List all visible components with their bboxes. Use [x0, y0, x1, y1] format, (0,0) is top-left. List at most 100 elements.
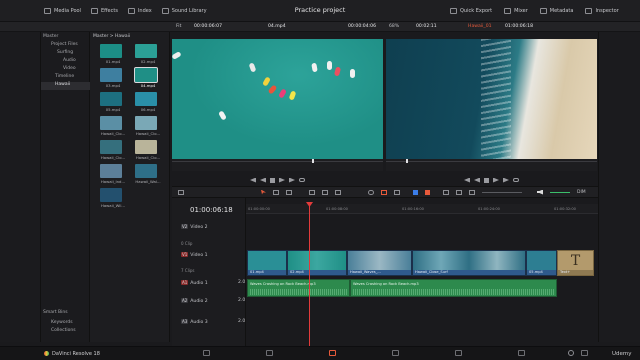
text-clip[interactable]: T Text+ [557, 250, 594, 276]
record-timecode: 00:02:11 [416, 24, 437, 29]
loop-icon[interactable] [299, 178, 305, 182]
mixer-button[interactable]: Mixer [500, 0, 532, 22]
bin-timeline[interactable]: Timeline [41, 74, 90, 82]
smart-bin-collections[interactable]: Collections [41, 328, 90, 336]
source-viewer[interactable] [172, 39, 383, 159]
pool-clip[interactable]: 03.mp4 [100, 68, 126, 88]
timeline-scrub-handle[interactable] [406, 159, 408, 163]
pool-clip[interactable]: 06.mp4 [135, 92, 161, 112]
source-fit-dropdown[interactable]: Fit [176, 24, 181, 29]
timeline-toolbar: DIM [172, 186, 598, 198]
edit-page-icon[interactable] [329, 350, 336, 356]
overwrite-icon[interactable] [322, 189, 328, 195]
insert-icon[interactable] [309, 189, 315, 195]
effects-button[interactable]: Effects [87, 0, 122, 22]
zoom-dropdown[interactable]: 68% [389, 24, 399, 29]
rewind-icon[interactable] [250, 178, 256, 183]
speaker-icon[interactable] [537, 189, 543, 195]
app-name: DaVinci Resolve 18 [52, 351, 100, 357]
bin-hawaii[interactable]: Hawaii [41, 82, 90, 90]
deliver-page-icon[interactable] [581, 350, 588, 356]
snapping-icon[interactable] [368, 189, 374, 195]
media-pool-icon [44, 8, 51, 14]
marker-icon[interactable] [425, 189, 430, 195]
loop-icon[interactable] [513, 178, 519, 182]
track-a2[interactable]: A2 Audio 2 2.0 [172, 298, 246, 304]
source-scrub-handle[interactable] [312, 159, 314, 163]
pool-clip[interactable]: Hawaii_Clo... [100, 116, 126, 136]
step-forward-icon[interactable] [289, 177, 295, 183]
timeline-viewer[interactable] [386, 39, 597, 159]
stop-icon[interactable] [484, 177, 489, 183]
track-v2[interactable]: V2 Video 2 [172, 224, 246, 230]
linked-selection-icon[interactable] [381, 189, 387, 195]
video-clip[interactable]: Hawaii_Waves_... [347, 250, 412, 276]
media-pool-button[interactable]: Media Pool [40, 0, 85, 22]
pool-clip[interactable]: 02.mp4 [135, 44, 161, 64]
stop-icon[interactable] [270, 177, 275, 183]
bin-surfing[interactable]: Surfing [41, 50, 90, 58]
zoom-slider[interactable] [482, 191, 522, 193]
play-icon[interactable] [493, 177, 499, 183]
metadata-button[interactable]: Metadata [536, 0, 578, 22]
zoom-full-icon[interactable] [443, 189, 449, 195]
bin-master[interactable]: Master [41, 34, 90, 42]
track-v1[interactable]: V1 Video 1 [172, 252, 246, 258]
selection-tool-icon[interactable] [261, 189, 266, 195]
smart-bin-keywords[interactable]: Keywords [41, 320, 90, 328]
video-clip[interactable]: 05.mp4 [526, 250, 557, 276]
step-back-icon[interactable] [474, 178, 480, 183]
track-a3[interactable]: A3 Audio 3 2.0 [172, 319, 246, 325]
pool-clip[interactable]: 04.mp4 [134, 67, 161, 88]
video-clip[interactable]: Hawaii_Close_Surf [412, 250, 526, 276]
pool-clip[interactable]: Hawaii_Clo... [100, 140, 126, 160]
bin-video[interactable]: Video [41, 66, 90, 74]
track-a1[interactable]: A1 Audio 1 2.0 [172, 280, 246, 286]
bin-audio[interactable]: Audio [41, 58, 90, 66]
timeline-ruler[interactable]: 01:00:00:00 01:00:08:00 01:00:16:00 01:0… [246, 204, 598, 214]
index-button[interactable]: Index [124, 0, 156, 22]
media-page-icon[interactable] [203, 350, 210, 356]
audio-clip[interactable]: Waves Crashing on Rock Beach.mp3 [350, 279, 557, 297]
surfboard [218, 110, 227, 121]
bin-project-files[interactable]: Project Files [41, 42, 90, 50]
zoom-custom-icon[interactable] [469, 189, 475, 195]
sound-library-button[interactable]: Sound Library [158, 0, 211, 22]
pool-clip[interactable]: 05.mp4 [100, 92, 126, 112]
flag-icon[interactable] [413, 189, 418, 195]
pool-clip[interactable]: Hawaii_Clo... [135, 116, 161, 136]
video-clip[interactable]: 02.mp4 [287, 250, 347, 276]
fairlight-page-icon[interactable] [518, 350, 525, 356]
position-lock-icon[interactable] [394, 189, 400, 195]
source-scrubber[interactable] [172, 159, 383, 171]
timeline-scrubber[interactable] [386, 159, 597, 171]
trim-tool-icon[interactable] [273, 189, 279, 195]
pool-clip[interactable]: Hawaii_Ind... [100, 164, 126, 184]
play-icon[interactable] [279, 177, 285, 183]
blade-tool-icon[interactable] [286, 189, 292, 195]
dim-button[interactable]: DIM [577, 190, 586, 195]
pool-clip[interactable]: Hawaii_Clo... [135, 140, 161, 160]
inspector-button[interactable]: Inspector [581, 0, 622, 22]
mixer-icon [504, 8, 512, 14]
timeline-name-dropdown[interactable]: Hawaii_01 [468, 24, 492, 29]
pool-clip[interactable]: 01.mp4 [100, 44, 126, 64]
quick-export-button[interactable]: Quick Export [446, 0, 496, 22]
step-back-icon[interactable] [260, 178, 266, 183]
cut-page-icon[interactable] [266, 350, 273, 356]
step-forward-icon[interactable] [503, 177, 509, 183]
color-page-icon[interactable] [455, 350, 462, 356]
video-clip[interactable]: 01.mp4 [247, 250, 287, 276]
audio-clip[interactable]: Waves Crashing on Rock Beach.mp3 [247, 279, 350, 297]
settings-icon[interactable] [568, 350, 574, 356]
rewind-icon[interactable] [464, 178, 470, 183]
replace-icon[interactable] [335, 189, 341, 195]
zoom-detail-icon[interactable] [456, 189, 462, 195]
surfboard [350, 69, 355, 78]
pool-clip[interactable]: Hawaii_Wal... [135, 164, 161, 184]
layout-icon[interactable] [178, 189, 184, 195]
playhead[interactable] [309, 202, 310, 348]
fusion-page-icon[interactable] [392, 350, 399, 356]
volume-slider[interactable] [550, 191, 570, 193]
pool-clip[interactable]: Hawaii_Wil... [100, 188, 126, 208]
